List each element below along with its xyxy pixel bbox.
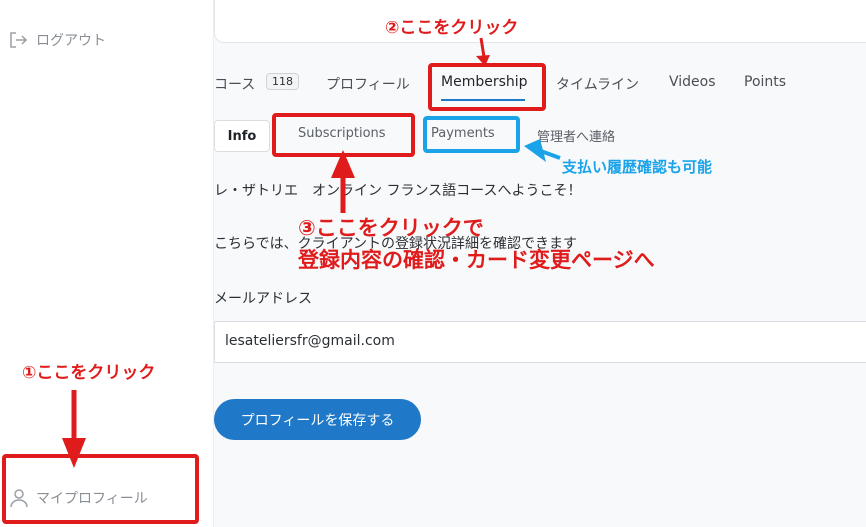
annotation-step3-line2: 登録内容の確認・カード変更ページへ xyxy=(298,248,655,272)
annotation-step2: ②ここをクリック xyxy=(385,18,519,38)
annotation-payments-note: 支払い履歴確認も可能 xyxy=(562,158,713,176)
annotation-step3-line1: ③ここをクリックで xyxy=(298,216,484,240)
annotation-step1: ①ここをクリック xyxy=(22,363,156,383)
